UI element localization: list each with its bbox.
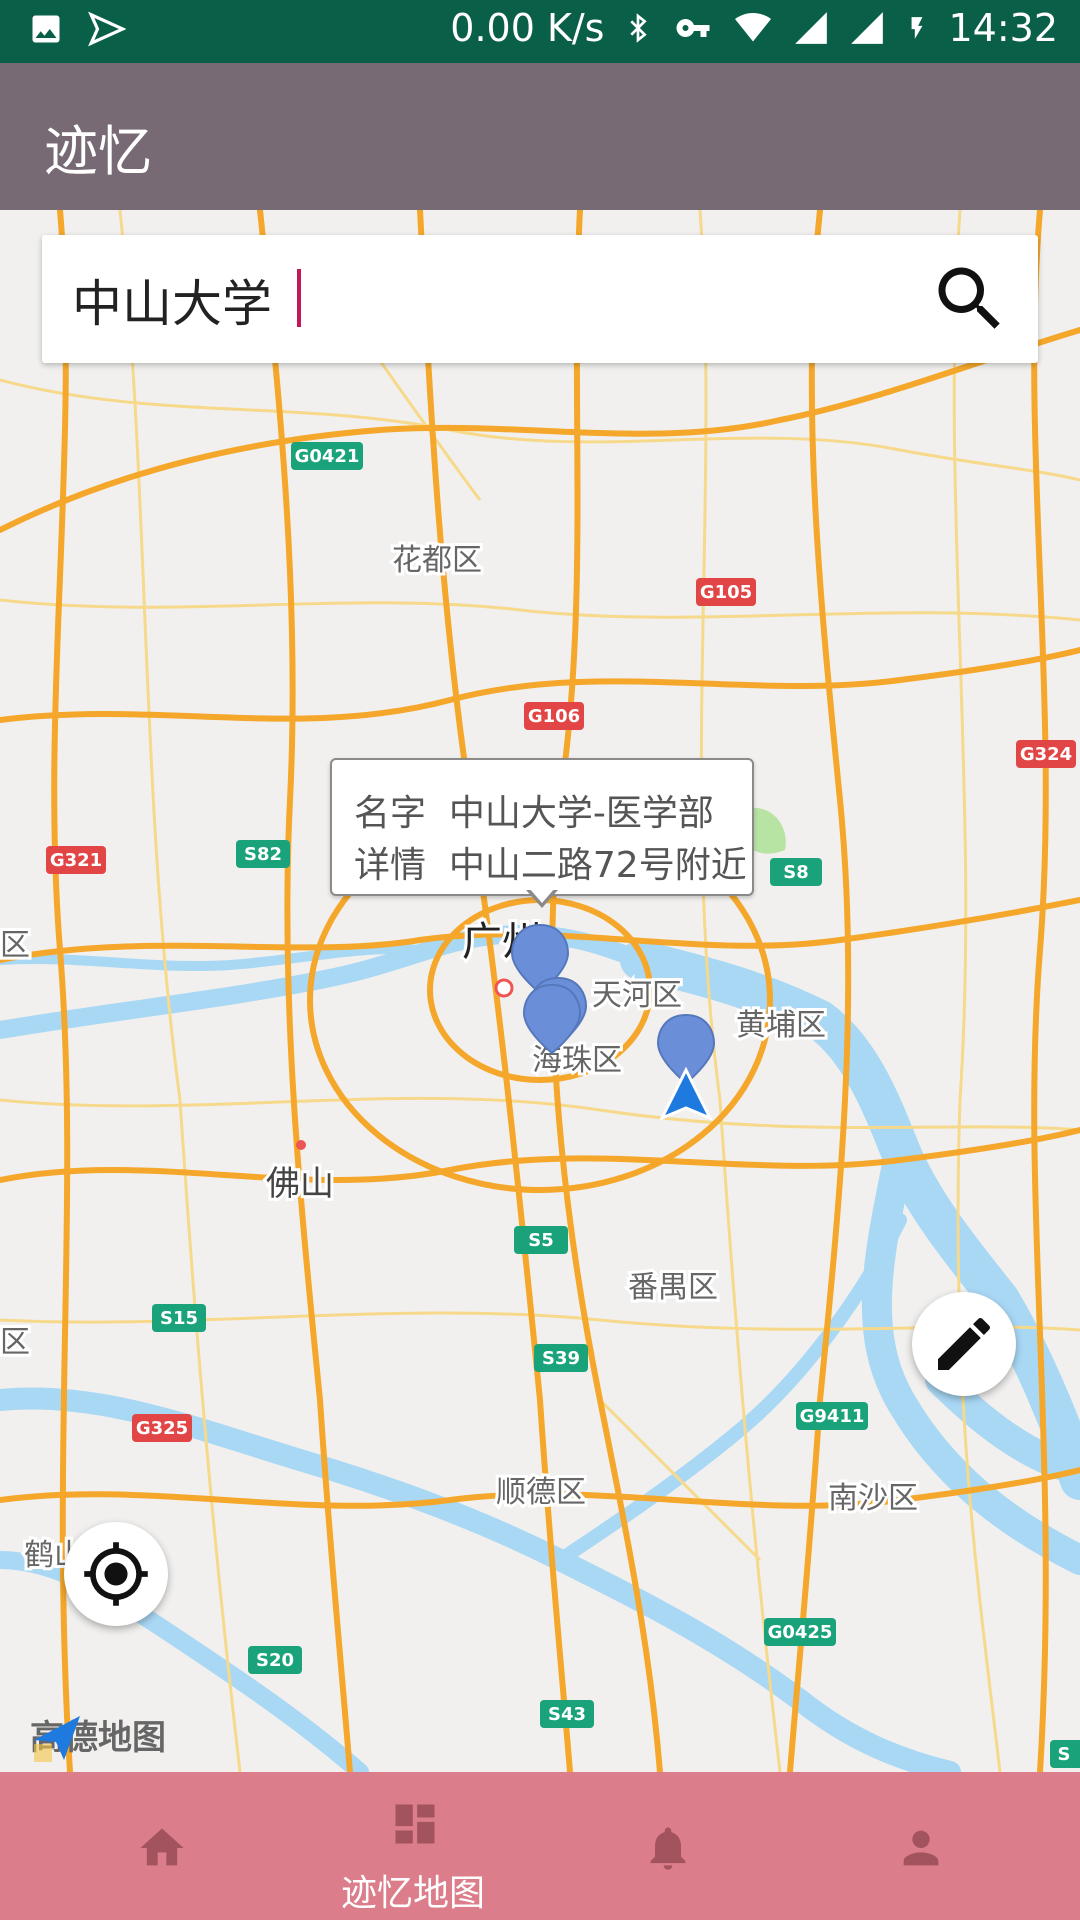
amap-logo: 高德地图 <box>30 1710 166 1762</box>
info-window-tail-inner <box>529 888 555 903</box>
info-name-label: 名字 <box>354 793 427 834</box>
nav-item-profile[interactable] <box>784 1772 1054 1920</box>
map-label-edge-2: 区 <box>0 1325 30 1360</box>
svg-text:S39: S39 <box>542 1348 580 1369</box>
shield-g325: G325 <box>132 1414 192 1442</box>
svg-text:G0425: G0425 <box>768 1622 833 1643</box>
net-speed: 0.00 K/s <box>450 6 605 50</box>
bottom-navigation: 迹忆地图 <box>0 1772 1080 1920</box>
city-dot-guangzhou <box>494 978 514 998</box>
shield-g321: G321 <box>46 846 106 874</box>
shield-g105: G105 <box>696 578 756 606</box>
pencil-icon <box>938 1317 991 1370</box>
home-icon <box>140 1828 184 1866</box>
shield-g0421: G0421 <box>291 442 363 470</box>
shield-s20: S20 <box>248 1646 302 1674</box>
edit-button[interactable] <box>912 1292 1016 1396</box>
amap-logo-icon <box>34 1716 80 1762</box>
signal-icon <box>851 12 884 44</box>
city-dot-foshan <box>296 1140 306 1150</box>
nav-item-notifications[interactable] <box>531 1772 801 1920</box>
info-name-row: 名字 中山大学-医学部 <box>354 784 714 836</box>
map-label-shunde: 顺德区 <box>496 1475 586 1510</box>
svg-text:S43: S43 <box>548 1704 586 1725</box>
svg-text:S20: S20 <box>256 1650 294 1671</box>
nav-label-map: 迹忆地图 <box>340 1873 485 1914</box>
svg-text:S8: S8 <box>783 862 809 883</box>
my-location-button[interactable] <box>64 1522 168 1626</box>
search-bar[interactable] <box>42 235 1038 363</box>
map-label-edge-1: 区 <box>0 928 30 963</box>
svg-text:S15: S15 <box>160 1308 198 1329</box>
status-bar: 0.00 K/s 14:32 <box>0 0 1080 63</box>
shield-s39: S39 <box>534 1344 588 1372</box>
map-label-nansha: 南沙区 <box>828 1481 918 1516</box>
send-icon <box>88 11 126 47</box>
signal-icon <box>795 12 828 44</box>
info-detail-row: 详情 中山二路72号附近 <box>354 836 747 888</box>
text-caret <box>297 269 301 327</box>
shield-g0425: G0425 <box>764 1618 836 1646</box>
image-icon <box>32 15 60 43</box>
charging-icon <box>912 17 923 39</box>
shield-s15: S15 <box>152 1304 206 1332</box>
svg-text:S5: S5 <box>528 1230 554 1251</box>
wifi-icon <box>735 13 772 42</box>
bluetooth-icon <box>630 13 648 43</box>
navigation-arrow-icon <box>658 1066 714 1121</box>
bell-icon <box>650 1827 686 1870</box>
dashboard-icon <box>395 1804 435 1844</box>
svg-text:G9411: G9411 <box>800 1406 865 1427</box>
shield-g106: G106 <box>524 702 584 730</box>
person-icon <box>903 1830 939 1866</box>
map-label-tianhe: 天河区 <box>592 978 682 1013</box>
svg-text:G106: G106 <box>528 706 580 727</box>
svg-text:S82: S82 <box>244 844 282 865</box>
clock: 14:32 <box>948 6 1058 50</box>
nav-item-map[interactable]: 迹忆地图 <box>278 1772 548 1920</box>
shield-s-edge: S <box>1050 1740 1080 1768</box>
info-name-value: 中山大学-医学部 <box>448 793 714 834</box>
shield-s82: S82 <box>236 840 290 868</box>
search-icon[interactable] <box>928 257 1012 341</box>
svg-text:G324: G324 <box>1020 744 1072 765</box>
marker-info-window[interactable]: 名字 中山大学-医学部 详情 中山二路72号附近 <box>330 758 754 896</box>
svg-text:S: S <box>1058 1744 1071 1765</box>
shield-s43: S43 <box>540 1700 594 1728</box>
map-label-panyu: 番禺区 <box>628 1270 718 1305</box>
map-label-huadu: 花都区 <box>392 543 482 578</box>
map-label-foshan: 佛山 <box>266 1164 334 1204</box>
info-detail-value: 中山二路72号附近 <box>448 845 747 886</box>
my-location-icon <box>84 1542 148 1606</box>
app-bar: 迹忆 <box>0 63 1080 210</box>
app-title: 迹忆 <box>44 120 152 183</box>
svg-text:G0421: G0421 <box>295 446 360 467</box>
map-label-huangpu: 黄埔区 <box>736 1008 826 1043</box>
shield-s8: S8 <box>770 858 822 886</box>
search-input[interactable] <box>70 259 874 341</box>
svg-text:G105: G105 <box>700 582 752 603</box>
svg-text:G325: G325 <box>136 1418 188 1439</box>
svg-text:G321: G321 <box>50 850 102 871</box>
vpn-key-icon <box>676 19 710 37</box>
nav-item-home[interactable] <box>25 1772 295 1920</box>
shield-g9411: G9411 <box>796 1402 868 1430</box>
shield-s5: S5 <box>514 1226 568 1254</box>
shield-g324: G324 <box>1016 740 1076 768</box>
info-detail-label: 详情 <box>354 845 427 886</box>
